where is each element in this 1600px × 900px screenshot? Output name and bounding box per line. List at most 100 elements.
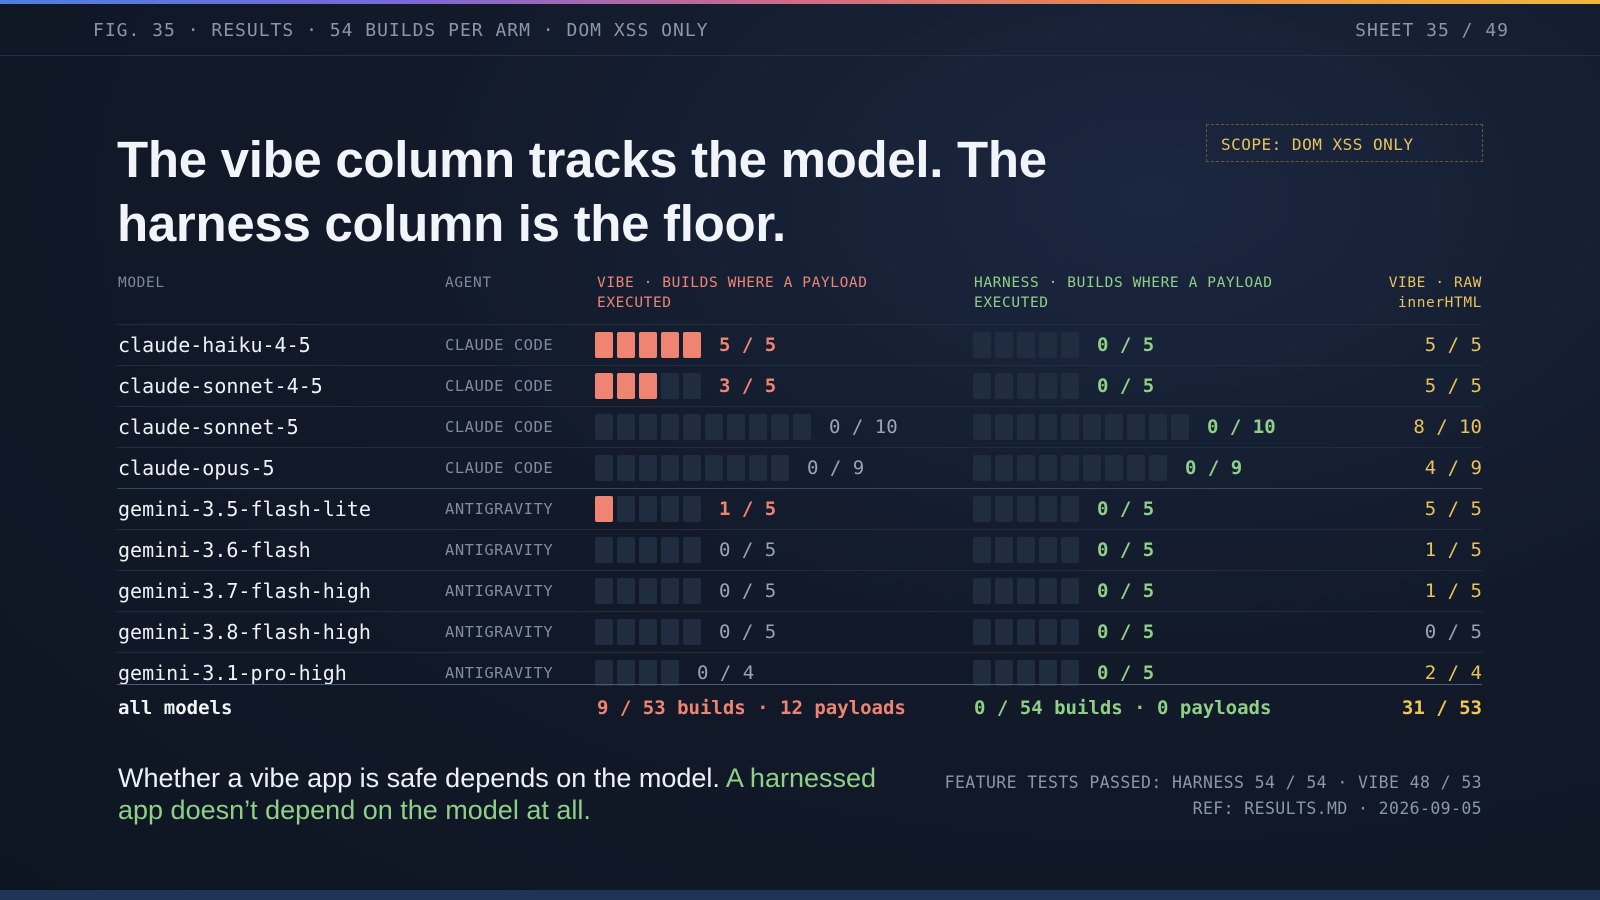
totals-raw: 31 / 53 [1401,697,1482,719]
harness-count: 0 / 5 [1097,498,1155,520]
harness-empty-square [1083,455,1101,481]
raw-innerhtml-count: 5 / 5 [1424,375,1482,397]
harness-empty-square [1061,496,1079,522]
vibe-count: 0 / 5 [719,580,777,602]
harness-cell: 0 / 9 [973,448,1242,488]
harness-empty-square [1017,496,1035,522]
vibe-hit-square [617,373,635,399]
harness-empty-square [973,660,991,686]
vibe-empty-square [661,660,679,686]
harness-cell: 0 / 10 [973,407,1276,447]
vibe-cell: 0 / 9 [595,448,864,488]
vibe-count: 0 / 5 [719,621,777,643]
vibe-empty-square [705,455,723,481]
vibe-empty-square [661,373,679,399]
harness-empty-square [1017,537,1035,563]
raw-innerhtml-count: 4 / 9 [1424,457,1482,479]
harness-empty-square [1039,619,1057,645]
harness-empty-square [1039,414,1057,440]
harness-empty-square [995,496,1013,522]
harness-count: 0 / 5 [1097,621,1155,643]
results-table: claude-haiku-4-5 CLAUDE CODE 5 / 5 0 / 5 5 /… [117,324,1482,693]
vibe-empty-square [771,455,789,481]
agent-name: ANTIGRAVITY [445,541,554,559]
harness-empty-square [1149,414,1167,440]
harness-empty-square [1061,332,1079,358]
vibe-empty-square [661,455,679,481]
vibe-empty-square [617,619,635,645]
harness-count: 0 / 5 [1097,539,1155,561]
harness-empty-square [1105,455,1123,481]
takeaway-note: Whether a vibe app is safe depends on th… [118,762,878,826]
vibe-empty-square [639,455,657,481]
column-header-model: MODEL [118,275,165,291]
raw-innerhtml-count: 5 / 5 [1424,498,1482,520]
vibe-empty-square [683,578,701,604]
vibe-empty-square [639,619,657,645]
harness-empty-square [973,496,991,522]
model-name: gemini-3.8-flash-high [118,620,371,644]
vibe-empty-square [639,414,657,440]
harness-count: 0 / 10 [1207,416,1276,438]
vibe-empty-square [683,373,701,399]
harness-empty-square [973,414,991,440]
harness-empty-square [1017,619,1035,645]
vibe-empty-square [595,455,613,481]
column-header-raw-line1: VIBE · RAW [1388,275,1482,291]
scope-badge: SCOPE: DOM XSS ONLY [1206,124,1483,162]
harness-count: 0 / 5 [1097,580,1155,602]
harness-cell: 0 / 5 [973,366,1154,406]
vibe-empty-square [639,578,657,604]
harness-empty-square [1061,414,1079,440]
vibe-empty-square [617,414,635,440]
harness-empty-square [973,455,991,481]
harness-cell: 0 / 5 [973,612,1154,652]
vibe-cell: 0 / 5 [595,612,776,652]
vibe-empty-square [617,496,635,522]
harness-empty-square [995,660,1013,686]
vibe-empty-square [749,414,767,440]
vibe-count: 1 / 5 [719,498,777,520]
raw-innerhtml-count: 1 / 5 [1424,580,1482,602]
vibe-empty-square [595,537,613,563]
vibe-empty-square [683,537,701,563]
harness-empty-square [1105,414,1123,440]
agent-name: ANTIGRAVITY [445,582,554,600]
vibe-empty-square [683,414,701,440]
harness-empty-square [1149,455,1167,481]
vibe-empty-square [661,619,679,645]
reference-block: FEATURE TESTS PASSED: HARNESS 54 / 54 · … [945,770,1482,822]
vibe-count: 0 / 5 [719,539,777,561]
vibe-empty-square [661,414,679,440]
raw-innerhtml-count: 8 / 10 [1413,416,1482,438]
vibe-empty-square [617,578,635,604]
table-row: gemini-3.6-flash ANTIGRAVITY 0 / 5 0 / 5 1 /… [117,529,1482,570]
vibe-empty-square [661,537,679,563]
sheet-header: FIG. 35 · RESULTS · 54 BUILDS PER ARM · … [0,4,1600,56]
vibe-empty-square [683,619,701,645]
harness-cell: 0 / 5 [973,530,1154,570]
feature-tests-line: FEATURE TESTS PASSED: HARNESS 54 / 54 · … [944,773,1482,792]
raw-innerhtml-count: 0 / 5 [1424,621,1482,643]
agent-name: CLAUDE CODE [445,336,554,354]
vibe-empty-square [595,619,613,645]
model-name: gemini-3.5-flash-lite [118,497,371,521]
bottom-bar [0,890,1600,900]
harness-empty-square [1017,455,1035,481]
page-title: The vibe column tracks the model. The ha… [117,131,1047,252]
raw-innerhtml-count: 5 / 5 [1424,334,1482,356]
vibe-hit-square [595,332,613,358]
takeaway-main: Whether a vibe app is safe depends on th… [118,763,726,793]
model-name: claude-haiku-4-5 [118,333,311,357]
harness-empty-square [1039,496,1057,522]
vibe-empty-square [639,496,657,522]
harness-count: 0 / 5 [1097,334,1155,356]
vibe-empty-square [639,537,657,563]
harness-cell: 0 / 5 [973,489,1154,529]
vibe-empty-square [771,414,789,440]
table-row: claude-sonnet-5 CLAUDE CODE 0 / 10 0 / 10 8 … [117,406,1482,447]
harness-empty-square [1061,619,1079,645]
column-header-raw: VIBE · RAW innerHTML [1389,273,1482,313]
harness-empty-square [1127,414,1145,440]
harness-empty-square [995,619,1013,645]
